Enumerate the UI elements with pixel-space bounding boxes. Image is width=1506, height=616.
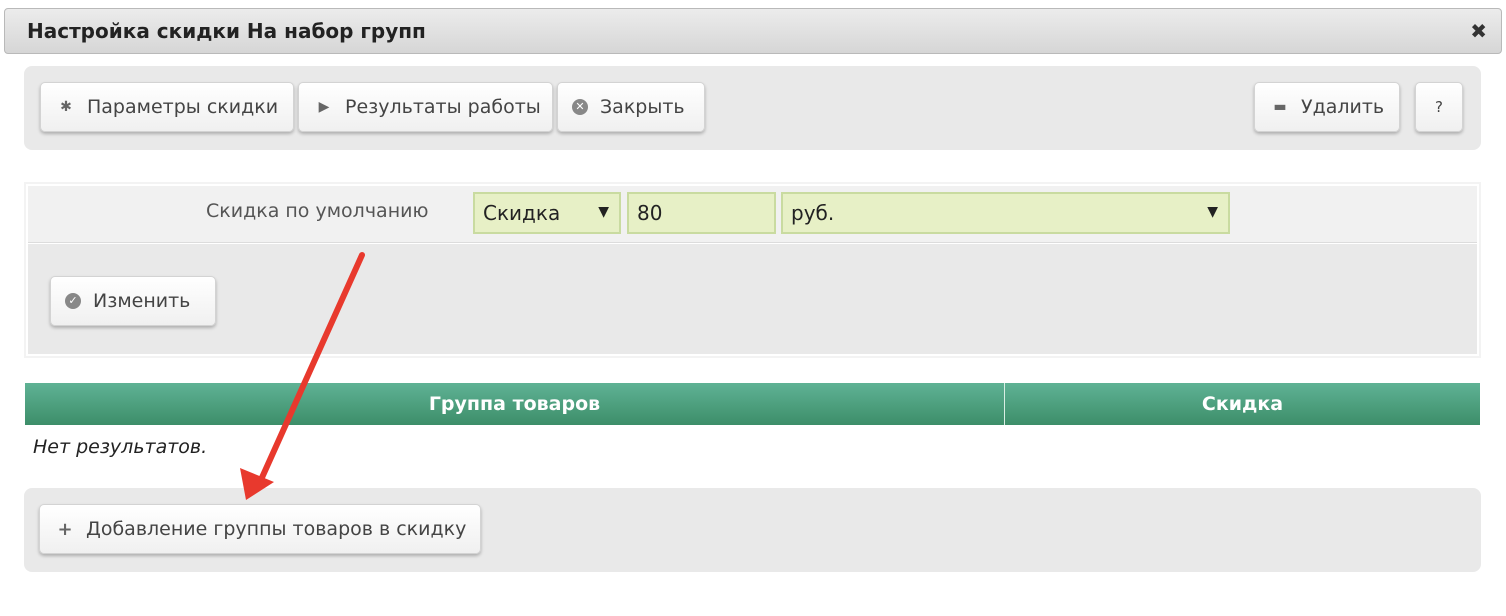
column-header-discount[interactable]: Скидка [1005, 383, 1480, 425]
discount-type-select[interactable]: Скидка ▼ [473, 192, 621, 234]
discount-amount-input[interactable]: 80 [627, 192, 776, 234]
dialog-title: Настройка скидки На набор групп [27, 19, 426, 43]
grid-header: Группа товаров Скидка [25, 383, 1480, 425]
results-button[interactable]: ▶ Результаты работы [298, 82, 553, 132]
default-discount-row: Скидка по умолчанию Скидка ▼ 80 руб. ▼ [28, 186, 1477, 243]
add-group-button-label: Добавление группы товаров в скидку [86, 518, 467, 540]
discount-amount-value: 80 [637, 201, 663, 225]
delete-button-label: Удалить [1301, 96, 1385, 118]
help-button-label: ? [1435, 98, 1443, 116]
gear-icon: ✱ [60, 99, 72, 115]
toolbar: ✱ Параметры скидки ▶ Результаты работы ✕… [24, 66, 1481, 150]
play-icon: ▶ [318, 99, 330, 115]
column-header-group[interactable]: Группа товаров [25, 383, 1005, 425]
currency-value: руб. [791, 201, 835, 225]
close-button-label: Закрыть [600, 96, 685, 118]
add-group-button[interactable]: + Добавление группы товаров в скидку [39, 504, 481, 554]
edit-button-label: Изменить [93, 290, 191, 312]
discount-type-value: Скидка [483, 201, 561, 225]
empty-results-text: Нет результатов. [33, 436, 208, 458]
close-icon[interactable]: ✖ [1470, 19, 1487, 43]
check-circle-icon: ✓ [65, 293, 81, 309]
close-button[interactable]: ✕ Закрыть [557, 82, 705, 132]
bottom-toolbar: + Добавление группы товаров в скидку [24, 488, 1481, 572]
default-discount-actions: ✓ Изменить [28, 244, 1477, 354]
plus-icon: + [57, 518, 73, 540]
minus-icon: ▬ [1273, 99, 1287, 115]
edit-button[interactable]: ✓ Изменить [50, 276, 216, 326]
params-button-label: Параметры скидки [87, 96, 279, 118]
dialog-titlebar: Настройка скидки На набор групп ✖ [4, 8, 1502, 54]
params-button[interactable]: ✱ Параметры скидки [40, 82, 294, 132]
chevron-down-icon: ▼ [1207, 204, 1218, 220]
help-button[interactable]: ? [1415, 82, 1463, 132]
default-discount-label: Скидка по умолчанию [206, 200, 429, 222]
currency-select[interactable]: руб. ▼ [781, 192, 1230, 234]
close-circle-icon: ✕ [572, 99, 588, 115]
results-button-label: Результаты работы [345, 96, 541, 118]
delete-button[interactable]: ▬ Удалить [1254, 82, 1400, 132]
default-discount-panel: Скидка по умолчанию Скидка ▼ 80 руб. ▼ ✓… [24, 182, 1481, 358]
chevron-down-icon: ▼ [598, 204, 609, 220]
